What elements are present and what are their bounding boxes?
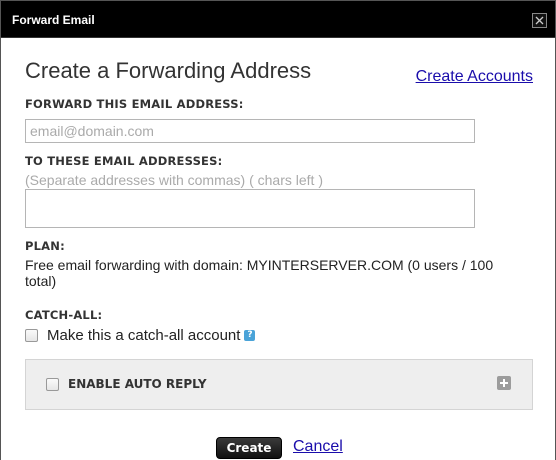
cancel-link[interactable]: Cancel [293,438,343,456]
help-icon[interactable]: ? [244,329,256,341]
plus-icon[interactable] [497,376,511,390]
page-title: Create a Forwarding Address [25,58,312,83]
close-icon [535,16,544,25]
plan-text: Free email forwarding with domain: MYINT… [25,257,494,289]
create-button[interactable]: Create [216,437,282,459]
catch-all-checkbox-label[interactable]: Make this a catch-all account [47,327,240,344]
catch-all-row: Make this a catch-all account ? [25,326,256,344]
dialog-titlebar[interactable]: Forward Email [1,1,555,38]
dialog-title: Forward Email [12,13,95,27]
catch-all-label: CATCH-ALL: [25,308,103,322]
create-accounts-link[interactable]: Create Accounts [416,68,533,86]
close-button[interactable] [532,13,547,28]
forward-address-label: FORWARD THIS EMAIL ADDRESS: [25,97,244,111]
catch-all-checkbox[interactable] [25,328,38,342]
forward-email-input[interactable] [25,119,475,143]
forward-email-dialog: Forward Email Create a Forwarding Addres… [0,0,556,460]
to-addresses-hint: (Separate addresses with commas) ( chars… [25,172,323,188]
auto-reply-panel: ENABLE AUTO REPLY [25,359,533,410]
auto-reply-label[interactable]: ENABLE AUTO REPLY [68,377,207,391]
auto-reply-checkbox[interactable] [46,378,59,391]
plan-label: PLAN: [25,239,65,253]
to-addresses-label: TO THESE EMAIL ADDRESSES: [25,154,223,168]
to-addresses-textarea[interactable] [25,189,475,228]
dialog-content: Create a Forwarding Address Create Accou… [1,39,555,460]
